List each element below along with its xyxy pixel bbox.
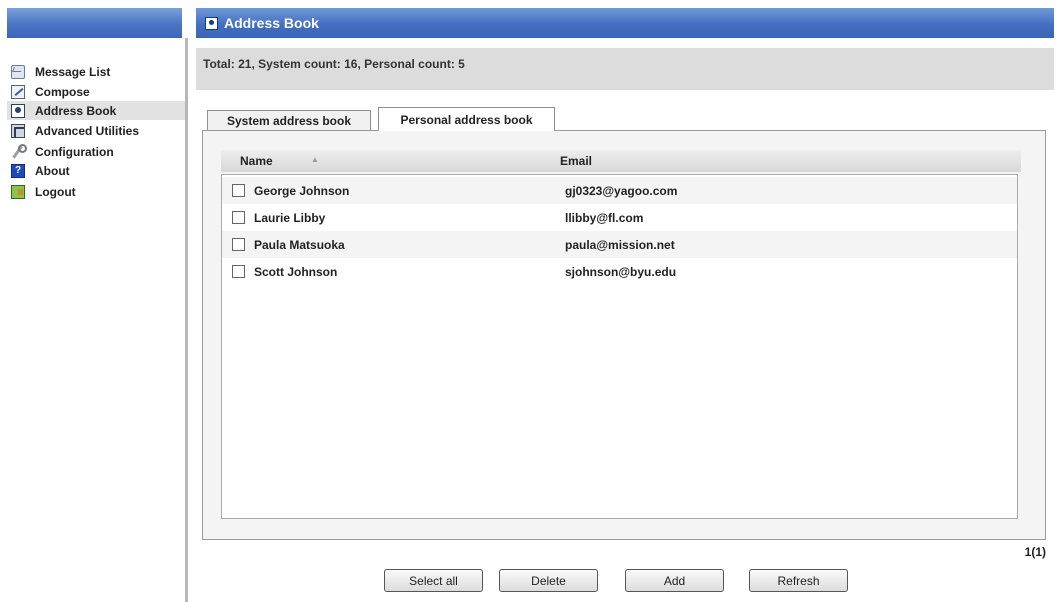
table-row[interactable]: Laurie Libby llibby@fl.com bbox=[222, 204, 1017, 231]
wrench-icon bbox=[11, 143, 27, 159]
select-all-button[interactable]: Select all bbox=[384, 569, 483, 592]
tab-personal-address-book[interactable]: Personal address book bbox=[378, 107, 555, 131]
contact-email: llibby@fl.com bbox=[565, 211, 644, 225]
column-header-name[interactable]: Name bbox=[240, 154, 273, 168]
sidebar-item-label: Address Book bbox=[35, 103, 117, 118]
sidebar-item-compose[interactable]: Compose bbox=[7, 82, 185, 101]
sidebar-item-label: Message List bbox=[35, 64, 111, 79]
sort-ascending-icon: ▲ bbox=[311, 155, 319, 164]
row-checkbox[interactable] bbox=[232, 211, 245, 224]
contact-email: sjohnson@byu.edu bbox=[565, 265, 677, 279]
summary-bar: Total: 21, System count: 16, Personal co… bbox=[196, 48, 1054, 90]
page-title: Address Book bbox=[224, 15, 319, 31]
sidebar-item-address-book[interactable]: Address Book bbox=[7, 101, 185, 120]
contact-name: Paula Matsuoka bbox=[254, 238, 345, 252]
logout-icon bbox=[11, 184, 25, 199]
sidebar-item-label: Logout bbox=[35, 184, 76, 199]
help-icon: ? bbox=[11, 163, 25, 178]
contact-name: Laurie Libby bbox=[254, 211, 326, 225]
add-button[interactable]: Add bbox=[625, 569, 724, 592]
sidebar-header-bar bbox=[7, 8, 182, 38]
summary-counts: Total: 21, System count: 16, Personal co… bbox=[203, 57, 465, 71]
contact-name: Scott Johnson bbox=[254, 265, 338, 279]
column-header-email[interactable]: Email bbox=[560, 154, 592, 168]
sidebar-item-about[interactable]: ? About bbox=[7, 161, 185, 180]
table-row[interactable]: George Johnson gj0323@yagoo.com bbox=[222, 177, 1017, 204]
address-book-icon bbox=[205, 16, 218, 30]
contact-email: gj0323@yagoo.com bbox=[565, 184, 678, 198]
page-indicator: 1(1) bbox=[1024, 545, 1046, 559]
sidebar-item-label: Configuration bbox=[35, 144, 114, 159]
refresh-button[interactable]: Refresh bbox=[749, 569, 848, 592]
table-header: Name ▲ Email bbox=[221, 150, 1021, 172]
row-checkbox[interactable] bbox=[232, 238, 245, 251]
sidebar: Message List Compose Address Book Advanc… bbox=[7, 38, 188, 602]
compose-icon bbox=[11, 84, 25, 99]
row-checkbox[interactable] bbox=[232, 265, 245, 278]
table-row[interactable]: Paula Matsuoka paula@mission.net bbox=[222, 231, 1017, 258]
table-row[interactable]: Scott Johnson sjohnson@byu.edu bbox=[222, 258, 1017, 285]
sidebar-item-advanced-utilities[interactable]: Advanced Utilities bbox=[7, 121, 185, 140]
contact-email: paula@mission.net bbox=[565, 238, 675, 252]
contact-name: George Johnson bbox=[254, 184, 350, 198]
utilities-icon bbox=[11, 123, 25, 138]
sidebar-item-label: About bbox=[35, 163, 70, 178]
sidebar-item-label: Advanced Utilities bbox=[35, 123, 140, 138]
envelope-icon bbox=[11, 64, 25, 79]
page-header: Address Book bbox=[196, 8, 1054, 38]
row-checkbox[interactable] bbox=[232, 184, 245, 197]
sidebar-item-message-list[interactable]: Message List bbox=[7, 62, 185, 81]
sidebar-item-logout[interactable]: Logout bbox=[7, 182, 185, 201]
tab-system-address-book[interactable]: System address book bbox=[207, 110, 371, 130]
contact-table: George Johnson gj0323@yagoo.com Laurie L… bbox=[221, 174, 1018, 519]
delete-button[interactable]: Delete bbox=[499, 569, 598, 592]
sidebar-item-configuration[interactable]: Configuration bbox=[7, 142, 185, 161]
sidebar-item-label: Compose bbox=[35, 84, 90, 99]
address-book-icon bbox=[11, 103, 25, 118]
